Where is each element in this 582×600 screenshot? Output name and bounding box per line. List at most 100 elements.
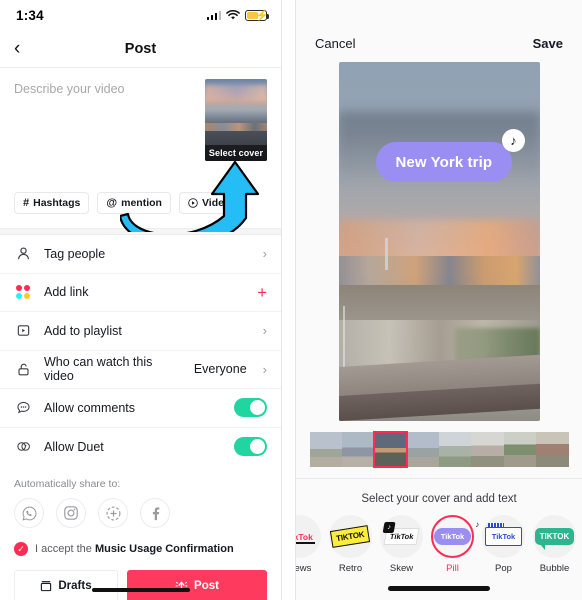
style-option-bubble[interactable]: TIKTOK Bubble: [529, 515, 580, 574]
post-button-label: Post: [194, 580, 219, 592]
chevron-right-icon: ›: [262, 323, 267, 339]
style-option-pop[interactable]: TikTok Pop: [478, 515, 529, 574]
music-usage-acceptance[interactable]: ✓ I accept the Music Usage Confirmation: [0, 528, 281, 556]
status-time: 1:34: [16, 7, 44, 23]
style-option-skew[interactable]: ♪ TikTok Skew: [376, 515, 427, 574]
playlist-icon: [14, 322, 32, 340]
status-bar: 1:34 ⚡: [0, 0, 281, 30]
videos-chip[interactable]: Videos: [178, 192, 246, 214]
pop-badge-text: TikTok: [491, 532, 516, 541]
style-thumb-pop: TikTok: [482, 515, 525, 558]
back-chevron-icon[interactable]: ‹: [14, 39, 20, 58]
facebook-icon[interactable]: [140, 498, 170, 528]
select-cover-label: Select cover: [205, 145, 267, 161]
filmstrip-frame[interactable]: [471, 432, 504, 467]
row-value: Everyone: [193, 362, 247, 377]
style-option-news[interactable]: TikTok News: [296, 515, 325, 574]
style-label-retro: Retro: [338, 563, 363, 574]
accept-text: I accept the Music Usage Confirmation: [35, 543, 234, 555]
style-thumb-bubble: TIKTOK: [533, 515, 576, 558]
instagram-icon[interactable]: [56, 498, 86, 528]
mention-chip[interactable]: @ mention: [97, 192, 171, 214]
drafts-button-label: Drafts: [58, 580, 92, 592]
row-allow-comments[interactable]: Allow comments: [0, 389, 281, 428]
video-cover-preview[interactable]: New York trip ♪: [338, 62, 540, 421]
accept-prefix: I accept the: [35, 543, 95, 555]
status-icons: ⚡: [206, 9, 270, 22]
post-button[interactable]: Post: [127, 570, 267, 600]
hashtag-icon: #: [23, 197, 30, 209]
cover-style-list: TikTok News TIKTOK Retro ♪ TikTok Skew: [296, 505, 582, 574]
nav-bar: ‹ Post: [0, 30, 281, 68]
check-circle-icon: ✓: [14, 542, 28, 556]
pill-badge-text: TikTok: [440, 532, 465, 541]
filmstrip-frame[interactable]: [309, 432, 342, 467]
cover-editor-topbar: Cancel Save: [296, 0, 582, 62]
tiktok-note-icon: ♪: [475, 520, 480, 529]
mention-chip-label: mention: [121, 197, 162, 209]
select-cover-thumbnail[interactable]: Select cover: [205, 79, 267, 161]
style-thumb-retro: TIKTOK: [329, 515, 372, 558]
left-phone-post-screen: 1:34 ⚡ ‹ Post Describe your video Select…: [0, 0, 282, 600]
style-label-pop: Pop: [495, 563, 512, 574]
row-allow-duet[interactable]: Allow Duet: [0, 428, 281, 467]
allow-duet-toggle[interactable]: [234, 437, 267, 457]
row-who-can-watch[interactable]: Who can watch this video Everyone ›: [0, 351, 281, 389]
allow-comments-toggle[interactable]: [234, 398, 267, 418]
add-link-dots-icon: [14, 283, 32, 301]
bubble-badge-icon: TIKTOK: [534, 528, 575, 550]
home-indicator: [388, 586, 490, 591]
filmstrip-frame[interactable]: [439, 432, 472, 467]
style-label-skew: Skew: [389, 563, 414, 574]
row-add-link[interactable]: Add link +: [0, 274, 281, 312]
music-usage-link[interactable]: Music Usage Confirmation: [95, 543, 234, 555]
cancel-button[interactable]: Cancel: [315, 36, 355, 51]
chevron-right-icon: ›: [262, 361, 267, 377]
row-label: Who can watch this video: [44, 355, 153, 384]
cellular-signal-icon: [206, 10, 221, 20]
row-add-to-playlist[interactable]: Add to playlist ›: [0, 312, 281, 351]
chevron-right-icon: ›: [262, 246, 267, 262]
retro-badge-icon: TIKTOK: [330, 525, 371, 548]
cover-text-overlay[interactable]: New York trip ♪: [375, 129, 526, 182]
right-phone-cover-editor: Cancel Save New York trip ♪ Select your …: [295, 0, 582, 600]
style-label-pill: Pill: [446, 563, 459, 574]
page-title: Post: [124, 40, 157, 57]
whatsapp-icon[interactable]: [14, 498, 44, 528]
drafts-button[interactable]: Drafts: [14, 570, 118, 600]
filmstrip-frame-selected[interactable]: [373, 431, 408, 468]
auto-share-icons: [0, 490, 281, 528]
comment-icon: [14, 399, 32, 417]
save-button[interactable]: Save: [533, 36, 563, 51]
tiktok-note-icon: ♪: [382, 522, 396, 533]
filmstrip-frame[interactable]: [406, 432, 439, 467]
plus-icon[interactable]: +: [257, 284, 267, 301]
cover-hint-text: Select your cover and add text: [361, 493, 517, 505]
videos-chip-label: Videos: [201, 197, 237, 209]
auto-share-label: Automatically share to:: [14, 478, 121, 490]
battery-charging-icon: ⚡: [245, 9, 270, 22]
style-label-news: News: [296, 563, 312, 574]
skew-badge-icon: ♪ TikTok: [382, 522, 420, 545]
filmstrip-frame[interactable]: [536, 432, 569, 467]
instagram-story-icon[interactable]: [98, 498, 128, 528]
videos-play-icon: [188, 198, 198, 208]
cover-text-value: New York trip: [395, 153, 493, 171]
style-option-retro[interactable]: TIKTOK Retro: [325, 515, 376, 574]
row-label: Add to playlist: [44, 323, 122, 338]
lock-open-icon: [14, 360, 32, 378]
person-icon: [14, 245, 32, 263]
row-label: Add link: [44, 285, 89, 300]
compose-chip-row: # Hashtags @ mention Videos: [0, 188, 281, 228]
frame-filmstrip[interactable]: [309, 431, 569, 468]
filmstrip-frame[interactable]: [503, 432, 537, 467]
news-badge-icon: TikTok: [296, 532, 315, 544]
filmstrip-frame[interactable]: [341, 432, 375, 467]
home-indicator: [91, 588, 190, 592]
hashtags-chip-label: Hashtags: [33, 197, 81, 209]
style-option-pill[interactable]: TikTok ♪ Pill: [427, 515, 480, 574]
duet-icon: [14, 438, 32, 456]
hashtags-chip[interactable]: # Hashtags: [14, 192, 90, 214]
row-tag-people[interactable]: Tag people ›: [0, 235, 281, 274]
style-label-bubble: Bubble: [539, 563, 570, 574]
